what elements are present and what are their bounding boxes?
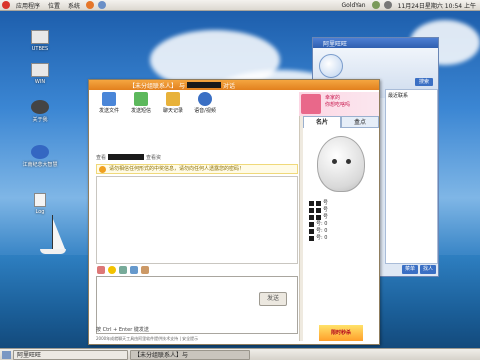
contact-status-line: 查看 查看资 — [96, 153, 161, 161]
footer-hint: 2000年成就聊天工具由阿里软件提供技术支持 | 安全提示 — [96, 336, 199, 341]
sms-button[interactable]: 发送短信 — [127, 92, 155, 114]
menu-places[interactable]: 位置 — [44, 1, 64, 10]
app-icon — [31, 145, 49, 159]
taskbar-item-chat[interactable]: 【未分组联系人】与 — [130, 349, 250, 360]
history-icon — [166, 92, 180, 106]
contact-avatar — [317, 136, 365, 192]
title-suffix: 】 与 — [171, 82, 185, 90]
user-icon — [31, 100, 49, 114]
ad-text-2: 你想吃啥吗 — [325, 102, 351, 108]
tab-card[interactable]: 名片 — [303, 116, 341, 128]
firefox-icon[interactable] — [86, 1, 95, 9]
promo-banner[interactable]: 限时秒杀 — [319, 325, 363, 341]
shortcut-hint: 按 Ctrl + Enter 键发送 — [96, 327, 149, 333]
title-contact: 未分组联系人 — [135, 82, 172, 90]
sms-label: 发送短信 — [130, 108, 151, 114]
recent-contacts-label[interactable]: 最近联系 — [388, 92, 435, 99]
desktop-icon-app[interactable]: 江南纪念大智慧 — [22, 145, 58, 168]
input-toolbar — [96, 265, 298, 275]
ad-text-1: 幸家的 — [325, 95, 341, 101]
info-row: 号: 0 — [309, 221, 379, 228]
avatar[interactable] — [319, 54, 343, 78]
notice-text: 请勿相信任何形式的中奖信息，请勿向任何人透露您的密码！ — [109, 166, 245, 172]
show-desktop-icon[interactable] — [2, 350, 11, 359]
applications-icon[interactable] — [2, 1, 10, 9]
history-label: 聊天记录 — [162, 108, 183, 114]
search-button[interactable]: 搜索 — [415, 78, 433, 86]
network-icon[interactable] — [371, 1, 380, 9]
desktop-icon-win[interactable]: WIN — [22, 63, 58, 85]
info-row: 号 — [309, 207, 379, 214]
menu-applications[interactable]: 应用程序 — [12, 1, 44, 10]
redacted-contact — [108, 154, 145, 160]
voice-video-icon — [198, 92, 212, 106]
desktop-icon-log[interactable]: Log — [22, 193, 58, 215]
file-icon — [34, 193, 46, 207]
send-button[interactable]: 发送 — [259, 292, 287, 306]
ad-banner[interactable]: 幸家的 你想吃啥吗 — [299, 92, 379, 116]
clock[interactable]: 11月24日星期六 10:54 上午 — [394, 1, 480, 10]
redacted-name — [186, 82, 221, 88]
info-row: 号 — [309, 214, 379, 221]
chat-toolbar: 发送文件 发送短信 聊天记录 语音/视频 — [95, 92, 281, 124]
emoticon-icon[interactable] — [108, 266, 116, 274]
contact-info-panel: 名片 盒点 号 号 号 号: 0 号: 0 号: 0 — [303, 116, 379, 344]
image-icon[interactable] — [119, 266, 127, 274]
desktop-icon-about-me[interactable]: 关于我 — [22, 100, 58, 123]
info-row: 号 — [309, 200, 379, 207]
username-label[interactable]: GoldYan — [337, 2, 369, 9]
history-button[interactable]: 聊天记录 — [159, 92, 187, 114]
desktop-icon-label: UTBES — [31, 46, 49, 52]
tab-inventory[interactable]: 盒点 — [341, 116, 379, 128]
message-history-area[interactable] — [96, 176, 298, 264]
drive-icon — [31, 30, 49, 44]
status-text[interactable]: 查看资 — [146, 154, 161, 161]
chat-window-title[interactable]: 【 未分组联系人 】 与 对话 — [89, 80, 379, 90]
drive-icon — [31, 63, 49, 77]
volume-icon[interactable] — [383, 1, 392, 9]
contact-list[interactable]: 最近联系 — [385, 89, 438, 264]
desktop-icon-utbes[interactable]: UTBES — [22, 30, 58, 52]
voice-video-label: 语音/视频 — [194, 108, 216, 114]
main-window-title[interactable]: 阿里旺旺 — [313, 38, 438, 48]
contact-label: 查看 — [96, 154, 107, 161]
shake-icon[interactable] — [141, 266, 149, 274]
sailboat-image — [38, 215, 68, 260]
find-button[interactable]: 找人 — [419, 265, 436, 274]
voice-video-button[interactable]: 语音/视频 — [191, 92, 219, 114]
desktop-icon-label: 关于我 — [32, 117, 48, 123]
send-file-icon — [102, 92, 116, 106]
desktop-icon-label: 江南纪念大智慧 — [22, 162, 58, 168]
screenshot-icon[interactable] — [130, 266, 138, 274]
mail-icon[interactable] — [98, 1, 107, 9]
chat-window[interactable]: 【 未分组联系人 】 与 对话 发送文件 发送短信 聊天记录 语音/视频 幸家的… — [88, 79, 380, 345]
taskbar: 阿里旺旺 【未分组联系人】与 — [0, 348, 480, 360]
security-notice: 请勿相信任何形式的中奖信息，请勿向任何人透露您的密码！ — [96, 164, 298, 174]
menu-button[interactable]: 菜单 — [401, 265, 418, 274]
contact-info-rows: 号 号 号 号: 0 号: 0 号: 0 — [309, 200, 379, 242]
send-file-label: 发送文件 — [98, 108, 119, 114]
font-icon[interactable] — [97, 266, 105, 274]
info-row: 号: 0 — [309, 235, 379, 242]
info-row: 号: 0 — [309, 228, 379, 235]
title-end: 对话 — [222, 82, 235, 90]
info-tabs: 名片 盒点 — [303, 116, 379, 128]
taskbar-item-wangwang[interactable]: 阿里旺旺 — [13, 349, 128, 360]
ad-image — [301, 94, 321, 114]
sms-icon — [134, 92, 148, 106]
menu-system[interactable]: 系统 — [64, 1, 84, 10]
warning-icon — [99, 166, 106, 173]
desktop-icon-label: WIN — [34, 79, 46, 85]
top-panel: 应用程序 位置 系统 GoldYan 11月24日星期六 10:54 上午 — [0, 0, 480, 11]
send-file-button[interactable]: 发送文件 — [95, 92, 123, 114]
